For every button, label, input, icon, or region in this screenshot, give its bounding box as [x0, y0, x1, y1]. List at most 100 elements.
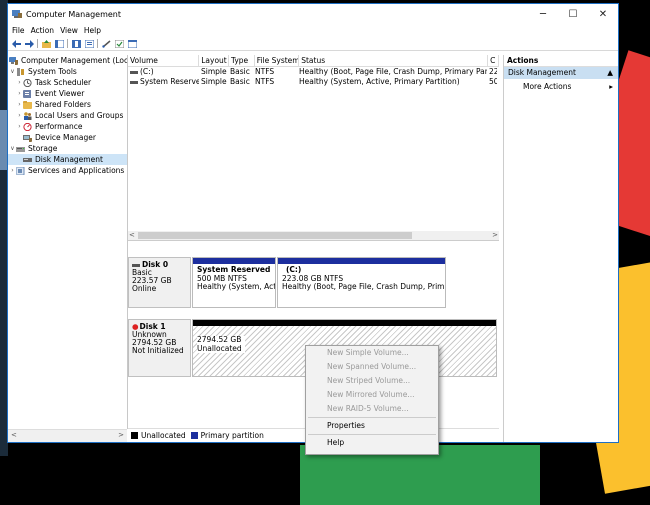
disk-status: Not Initialized [132, 346, 184, 355]
scroll-right-icon[interactable]: > [118, 431, 124, 439]
type-cell: Basic [230, 77, 250, 86]
title-bar[interactable]: Computer Management ─ ☐ ✕ [8, 4, 618, 24]
file-system-cell: NTFS [255, 67, 275, 76]
tree-item-performance[interactable]: › Performance [8, 121, 127, 132]
actions-header: Actions [504, 55, 618, 67]
up-folder-icon[interactable] [41, 39, 51, 48]
layout-cell: Simple [201, 67, 227, 76]
scroll-left-icon[interactable]: < [129, 231, 135, 239]
disk-0-row: Disk 0 Basic 223.57 GB Online System Res… [128, 257, 498, 308]
chevron-down-icon[interactable]: ∨ [9, 143, 16, 154]
chevron-down-icon[interactable]: ∨ [9, 66, 16, 77]
menu-view[interactable]: View [59, 26, 83, 35]
menu-new-mirrored-volume: New Mirrored Volume... [327, 390, 415, 399]
scrollbar-thumb[interactable] [138, 232, 412, 239]
toolbar-separator [67, 39, 68, 48]
back-icon[interactable] [11, 39, 21, 48]
tree-item-local-users[interactable]: › Local Users and Groups [8, 110, 127, 121]
menu-properties[interactable]: Properties [306, 419, 438, 433]
toolbar-separator [97, 39, 98, 48]
tree-item-label: Computer Management (Local [21, 56, 128, 65]
column-header-capacity[interactable]: C [488, 55, 500, 66]
chevron-right-icon[interactable]: › [16, 110, 23, 121]
volume-name: System Reserved [140, 77, 199, 86]
tree-item-system-tools[interactable]: ∨ System Tools [8, 66, 127, 77]
properties-icon[interactable] [84, 39, 94, 48]
tree-item-services-applications[interactable]: › Services and Applications [8, 165, 127, 176]
table-row[interactable]: (C:) Simple Basic NTFS Healthy (Boot, Pa… [128, 67, 499, 77]
check-icon[interactable] [114, 39, 124, 48]
connect-icon[interactable] [101, 39, 111, 48]
disk-1-label[interactable]: ●Disk 1 Unknown 2794.52 GB Not Initializ… [128, 319, 191, 377]
actions-pane: Actions Disk Management ▲ More Actions ▸ [503, 55, 618, 442]
column-header-file-system[interactable]: File System [255, 55, 300, 66]
tree-item-label: Event Viewer [35, 89, 85, 98]
tree-item-task-scheduler[interactable]: › Task Scheduler [8, 77, 127, 88]
chevron-right-icon[interactable]: › [9, 165, 16, 176]
scroll-left-icon[interactable]: < [11, 431, 17, 439]
menu-help[interactable]: Help [83, 26, 106, 35]
window-title: Computer Management [26, 9, 122, 19]
capacity-cell: 22 [489, 67, 497, 76]
unallocated-swatch [131, 432, 138, 439]
submenu-arrow-icon: ▸ [609, 82, 613, 91]
scroll-right-icon[interactable]: > [492, 231, 498, 239]
column-header-layout[interactable]: Layout [199, 55, 229, 66]
computer-management-icon [12, 10, 22, 18]
help-icon[interactable] [71, 39, 81, 48]
maximize-button[interactable]: ☐ [558, 4, 588, 24]
tree-item-label: Local Users and Groups [35, 111, 124, 120]
tree-item-label: Disk Management [35, 155, 103, 164]
tree-item-label: Services and Applications [28, 166, 125, 175]
device-icon [23, 134, 32, 142]
table-row[interactable]: System Reserved Simple Basic NTFS Health… [128, 77, 499, 87]
view-icon[interactable] [127, 39, 137, 48]
menu-bar: File Action View Help [8, 24, 618, 37]
partition-c-drive[interactable]: (C:) 223.08 GB NTFS Healthy (Boot, Page … [277, 257, 446, 308]
tree-item-event-viewer[interactable]: › Event Viewer [8, 88, 127, 99]
column-header-status[interactable]: Status [299, 55, 489, 66]
tree-item-label: Task Scheduler [35, 78, 92, 87]
volume-list-header: Volume Layout Type File System Status C [128, 55, 500, 67]
tree-item-shared-folders[interactable]: › Shared Folders [8, 99, 127, 110]
column-header-type[interactable]: Type [229, 55, 255, 66]
tools-icon [17, 67, 24, 76]
legend-primary: Primary partition [200, 431, 264, 440]
context-menu: New Simple Volume... New Spanned Volume.… [305, 345, 439, 455]
disk-icon [23, 157, 32, 162]
chevron-right-icon[interactable]: › [16, 88, 23, 99]
folder-icon [23, 100, 32, 109]
tree-item-disk-management[interactable]: Disk Management [8, 154, 127, 165]
forward-icon[interactable] [24, 39, 34, 48]
column-header-volume[interactable]: Volume [128, 55, 200, 66]
performance-icon [23, 122, 32, 131]
primary-swatch [190, 432, 198, 439]
volume-name: (C:) [140, 67, 154, 76]
legend-unallocated: Unallocated [141, 431, 186, 440]
volume-list: Volume Layout Type File System Status C … [128, 55, 500, 241]
disk-0-label[interactable]: Disk 0 Basic 223.57 GB Online [128, 257, 191, 308]
menu-file[interactable]: File [11, 26, 30, 35]
minimize-button[interactable]: ─ [528, 4, 558, 24]
primary-partition-bar [193, 258, 275, 264]
chevron-right-icon[interactable]: › [16, 121, 23, 132]
close-button[interactable]: ✕ [588, 4, 618, 24]
chevron-right-icon[interactable]: › [16, 77, 23, 88]
show-hide-tree-icon[interactable] [54, 39, 64, 48]
menu-help-item[interactable]: Help [306, 436, 438, 450]
actions-section-label: Disk Management [508, 68, 576, 77]
menu-separator [308, 434, 436, 435]
menu-new-striped-volume: New Striped Volume... [327, 376, 411, 385]
tree-item-storage[interactable]: ∨ Storage [8, 143, 127, 154]
actions-section-disk-management[interactable]: Disk Management ▲ [504, 67, 618, 79]
chevron-right-icon[interactable]: › [16, 99, 23, 110]
more-actions[interactable]: More Actions ▸ [504, 81, 618, 92]
tree-horizontal-scrollbar[interactable]: < > [8, 429, 127, 442]
collapse-up-icon[interactable]: ▲ [607, 67, 613, 79]
unallocated-bar [193, 320, 496, 326]
tree-item-computer-management[interactable]: Computer Management (Local [8, 55, 127, 66]
menu-action[interactable]: Action [30, 26, 60, 35]
partition-system-reserved[interactable]: System Reserved 500 MB NTFS Healthy (Sys… [192, 257, 276, 308]
tree-item-device-manager[interactable]: Device Manager [8, 132, 127, 143]
volume-list-horizontal-scrollbar[interactable]: < > [128, 231, 499, 240]
